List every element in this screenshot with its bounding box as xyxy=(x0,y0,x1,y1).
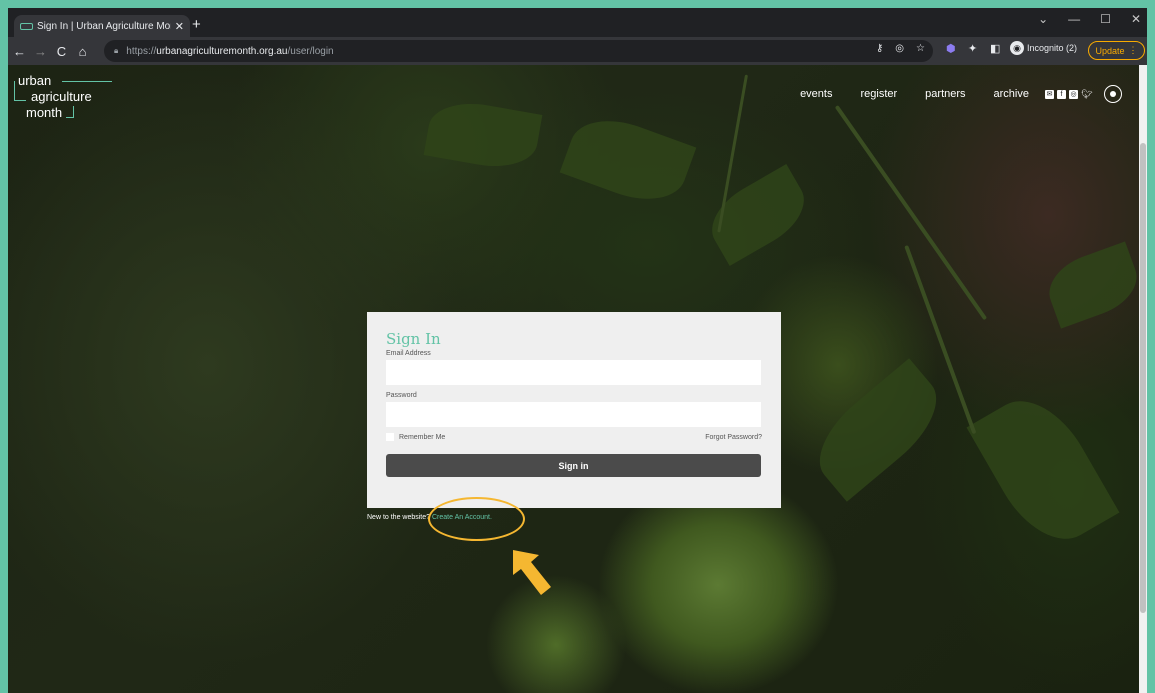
window-controls: ⌄ — ☐ ✕ xyxy=(1038,12,1141,26)
twitter-icon[interactable]: 🐦︎ xyxy=(1081,89,1092,99)
forgot-password-link[interactable]: Forgot Password? xyxy=(705,434,762,441)
user-account-icon[interactable] xyxy=(1104,85,1122,103)
bg-leaf xyxy=(423,95,543,175)
url-scheme: https:// xyxy=(126,45,157,57)
incognito-label: Incognito (2) xyxy=(1027,43,1078,53)
minimize-button[interactable]: — xyxy=(1068,12,1080,26)
bookmark-star-icon[interactable]: ☆ xyxy=(916,43,925,54)
address-bar[interactable]: 🔒︎ https://urbanagriculturemonth.org.au /… xyxy=(104,40,933,62)
incognito-indicator[interactable]: ◉ Incognito (2) xyxy=(1010,41,1077,55)
signin-card: Sign In Email Address Password Remember … xyxy=(367,312,781,508)
page-scrollbar[interactable] xyxy=(1139,65,1147,693)
signin-options-row: Remember Me Forgot Password? xyxy=(386,433,762,441)
menu-dots-icon: ⋮ xyxy=(1128,45,1138,55)
maximize-button[interactable]: ☐ xyxy=(1100,12,1111,26)
browser-tab-active[interactable]: Sign In | Urban Agriculture Mont ✕ xyxy=(14,15,190,37)
logo-bracket xyxy=(66,106,74,118)
remember-me-checkbox[interactable] xyxy=(386,433,394,441)
bg-leaf xyxy=(559,106,697,214)
address-bar-icons: ⚷ ◎ ☆ xyxy=(876,43,925,54)
tab-strip: Sign In | Urban Agriculture Mont ✕ + ⌄ —… xyxy=(8,8,1147,37)
instagram-icon[interactable]: ◎ xyxy=(1069,89,1078,99)
logo-text-line3: month xyxy=(26,105,63,120)
main-nav: events register partners archive ✉ f ◎ 🐦… xyxy=(772,85,1122,103)
login-page: urban agriculture month events register … xyxy=(8,65,1139,693)
site-favicon-icon xyxy=(20,22,33,30)
sign-in-button[interactable]: Sign in xyxy=(386,454,761,477)
browser-window: Sign In | Urban Agriculture Mont ✕ + ⌄ —… xyxy=(8,8,1147,693)
bg-leaf xyxy=(801,358,955,502)
new-account-prefix: New to the website? xyxy=(367,514,431,521)
key-icon[interactable]: ⚷ xyxy=(876,43,883,54)
tab-close-icon[interactable]: ✕ xyxy=(175,20,184,33)
url-host: urbanagriculturemonth.org.au xyxy=(156,45,288,57)
url-path: /user/login xyxy=(287,45,334,57)
nav-events-link[interactable]: events xyxy=(800,88,832,100)
nav-archive-link[interactable]: archive xyxy=(994,88,1029,100)
bg-stem xyxy=(834,105,988,321)
new-tab-button[interactable]: + xyxy=(192,16,201,33)
signin-title: Sign In xyxy=(386,330,441,348)
tab-search-icon[interactable]: ⌄ xyxy=(1038,12,1048,26)
back-icon[interactable]: ← xyxy=(10,44,29,59)
email-label: Email Address xyxy=(386,350,431,357)
close-window-button[interactable]: ✕ xyxy=(1131,12,1141,26)
nav-register-link[interactable]: register xyxy=(860,88,897,100)
password-label: Password xyxy=(386,392,417,399)
nav-partners-link[interactable]: partners xyxy=(925,88,965,100)
facebook-icon[interactable]: f xyxy=(1057,89,1066,99)
highlight-circle xyxy=(428,497,525,541)
update-button[interactable]: Update ⋮ xyxy=(1088,41,1145,60)
password-field[interactable] xyxy=(386,402,761,427)
site-logo[interactable]: urban agriculture month xyxy=(14,74,134,124)
side-panel-icon[interactable]: ◧ xyxy=(990,42,1000,55)
email-icon[interactable]: ✉ xyxy=(1045,89,1054,99)
social-links: ✉ f ◎ 🐦︎ xyxy=(1045,89,1092,99)
extension-icon[interactable]: ⬢ xyxy=(946,42,956,55)
bg-leaf xyxy=(1040,241,1139,329)
email-field[interactable] xyxy=(386,360,761,385)
tab-title: Sign In | Urban Agriculture Mont xyxy=(37,20,171,32)
browser-toolbar: ← → C ⌂ 🔒︎ https://urbanagriculturemonth… xyxy=(8,37,1147,65)
incognito-icon: ◉ xyxy=(1010,41,1024,55)
home-icon[interactable]: ⌂ xyxy=(73,44,92,59)
logo-text-line1: urban xyxy=(18,73,52,88)
eye-off-icon[interactable]: ◎ xyxy=(895,43,904,54)
remember-me-label: Remember Me xyxy=(399,433,446,441)
scrollbar-thumb[interactable] xyxy=(1140,143,1146,613)
lock-icon[interactable]: 🔒︎ xyxy=(114,46,118,56)
logo-bracket xyxy=(62,81,112,82)
extensions-puzzle-icon[interactable]: ✦ xyxy=(968,42,977,55)
pointer-arrow-icon xyxy=(513,550,551,595)
reload-icon[interactable]: C xyxy=(52,44,71,59)
bg-leaf xyxy=(699,164,817,266)
forward-icon[interactable]: → xyxy=(31,44,50,59)
bg-leaf xyxy=(966,382,1120,558)
logo-text-line2: agriculture xyxy=(31,89,92,104)
remember-me-toggle[interactable]: Remember Me xyxy=(386,433,445,441)
update-label: Update xyxy=(1095,45,1125,56)
